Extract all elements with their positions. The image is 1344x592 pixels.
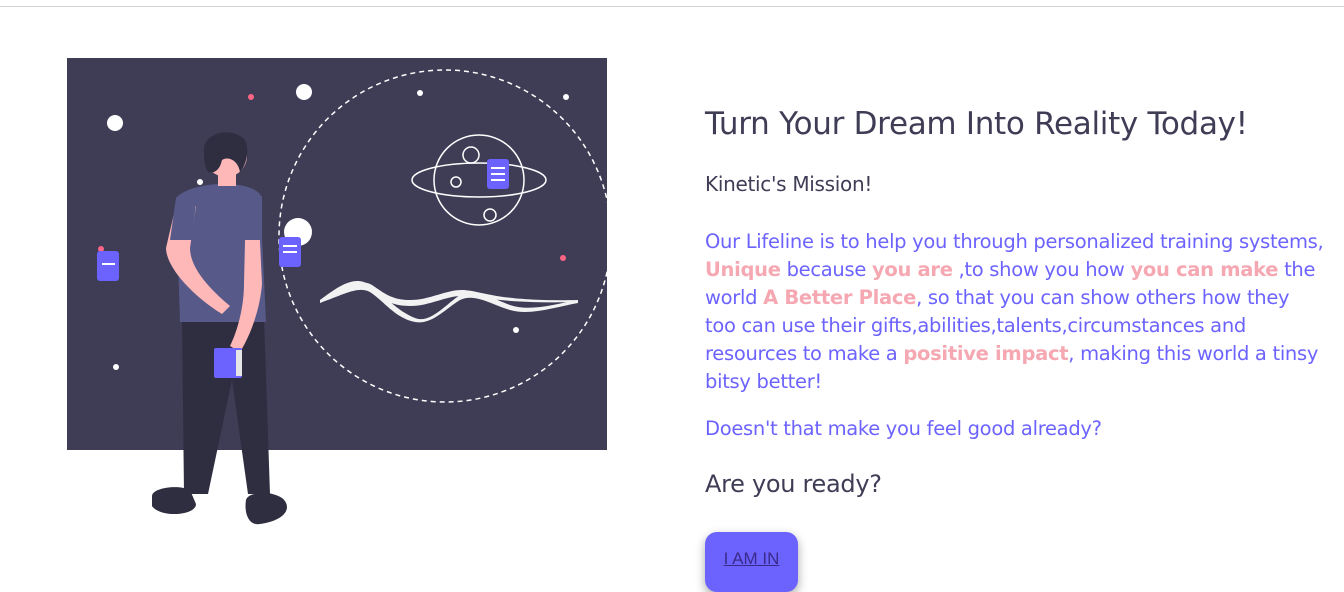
mission-text: Our Lifeline is to help you through pers… xyxy=(705,230,1324,253)
mission-highlight: you can make xyxy=(1130,258,1279,281)
mission-paragraph: Our Lifeline is to help you through pers… xyxy=(705,228,1325,396)
mission-highlight: Unique xyxy=(705,258,781,281)
mission-heading: Kinetic's Mission! xyxy=(705,172,873,196)
mission-highlight: positive impact xyxy=(903,342,1069,365)
feel-good-question: Doesn't that make you feel good already? xyxy=(705,417,1102,440)
cta-heading: Are you ready? xyxy=(705,470,882,498)
i-am-in-link[interactable]: I AM IN xyxy=(705,532,798,569)
mission-highlight: you are xyxy=(871,258,953,281)
hero-content: Turn Your Dream Into Reality Today! Kine… xyxy=(705,100,1325,592)
page-title: Turn Your Dream Into Reality Today! xyxy=(705,106,1248,142)
i-am-in-button[interactable]: I AM IN xyxy=(705,532,798,592)
mission-highlight: A Better Place xyxy=(763,286,917,309)
mission-text: ,to show you how xyxy=(952,258,1131,281)
space-board xyxy=(67,58,607,450)
mission-text: because xyxy=(780,258,872,281)
illustration xyxy=(67,58,612,525)
